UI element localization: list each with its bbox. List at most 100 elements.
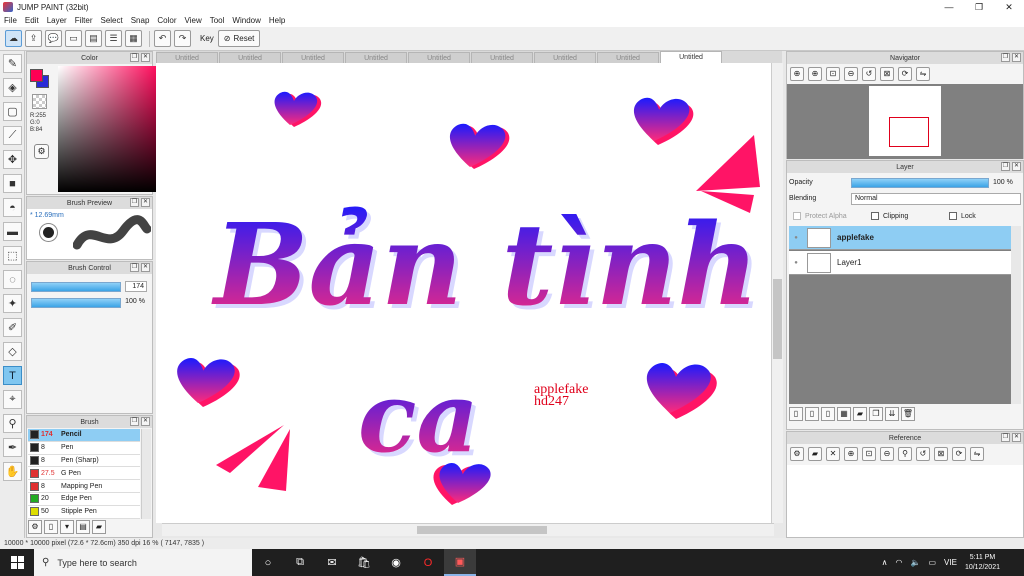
page-icon[interactable]: ▤ — [85, 30, 102, 47]
duplicate-layer-icon[interactable]: ❐ — [869, 407, 883, 421]
brush-settings-icon[interactable]: ⚙ — [28, 520, 42, 534]
new-layer-icon[interactable]: ▯ — [789, 407, 803, 421]
undo-icon[interactable]: ↶ — [154, 30, 171, 47]
panel-close-icon[interactable]: ✕ — [1012, 433, 1021, 442]
rotate-left-icon[interactable]: ↺ — [862, 67, 876, 81]
comment-icon[interactable]: ▭ — [65, 30, 82, 47]
new-folder-icon[interactable]: ▰ — [853, 407, 867, 421]
redo-icon[interactable]: ↷ — [174, 30, 191, 47]
rotate-reset-icon[interactable]: ⟳ — [952, 447, 966, 461]
battery-icon[interactable]: ▭ — [928, 558, 936, 567]
brush-item-mapping-pen[interactable]: 8 Mapping Pen — [28, 480, 140, 493]
brush-size-value[interactable]: 174 — [125, 281, 147, 292]
tab-untitled[interactable]: Untitled — [219, 52, 281, 63]
export-icon[interactable]: ⇪ — [25, 30, 42, 47]
fill-tool-icon[interactable]: ◓ — [3, 198, 22, 217]
maximize-icon[interactable]: ❐ — [964, 0, 994, 14]
panel-close-icon[interactable]: ✕ — [141, 263, 150, 272]
zoom-in-icon[interactable]: ⊕ — [790, 67, 804, 81]
rotate-reset-icon[interactable]: ⟳ — [898, 67, 912, 81]
brush-item-pencil[interactable]: 174 Pencil — [28, 429, 140, 442]
panel-close-icon[interactable]: ✕ — [1012, 53, 1021, 62]
mail-icon[interactable]: ✉ — [316, 549, 348, 576]
panel-float-icon[interactable]: ❐ — [1001, 162, 1010, 171]
gradient-tool-icon[interactable]: ▬ — [3, 222, 22, 241]
brush-opacity-slider[interactable] — [31, 298, 121, 308]
select-pen-icon[interactable]: ✐ — [3, 318, 22, 337]
brush-size-slider[interactable] — [31, 282, 121, 292]
store-icon[interactable]: 🛍 — [348, 549, 380, 576]
rotate-left-icon[interactable]: ↺ — [916, 447, 930, 461]
panel-float-icon[interactable]: ❐ — [130, 198, 139, 207]
panel-close-icon[interactable]: ✕ — [141, 53, 150, 62]
new-layer-1bit-icon[interactable]: ▯ — [821, 407, 835, 421]
layers-scrollbar[interactable] — [1011, 226, 1021, 404]
layer-row-applefake[interactable]: ● applefake — [789, 226, 1011, 250]
menu-snap[interactable]: Snap — [131, 16, 150, 25]
new-brush-icon[interactable]: ▯ — [44, 520, 58, 534]
lock-checkbox[interactable]: Lock — [949, 212, 976, 220]
reference-view[interactable] — [787, 465, 1023, 537]
scroll-thumb[interactable] — [773, 279, 782, 359]
layer-visibility-icon[interactable]: ● — [789, 235, 803, 241]
merge-layer-icon[interactable]: ⇊ — [885, 407, 899, 421]
scroll-thumb[interactable] — [417, 526, 547, 534]
canvas-horizontal-scrollbar[interactable] — [162, 523, 774, 536]
panel-float-icon[interactable]: ❐ — [130, 263, 139, 272]
brush-item-pen[interactable]: 8 Pen — [28, 442, 140, 455]
close-icon[interactable]: ✕ — [994, 0, 1024, 14]
minimize-icon[interactable]: — — [934, 0, 964, 14]
brush-item-stipple-pen[interactable]: 50 Stipple Pen — [28, 506, 140, 519]
navigator-viewport-box[interactable] — [889, 117, 929, 147]
panel-float-icon[interactable]: ❐ — [130, 53, 139, 62]
open-folder-icon[interactable]: ▰ — [808, 447, 822, 461]
canvas-vertical-scrollbar[interactable] — [771, 63, 783, 523]
color-picker-icon[interactable]: ⚙ — [34, 144, 49, 159]
wifi-icon[interactable]: ◠ — [896, 558, 903, 567]
brush-folder-icon[interactable]: ▰ — [92, 520, 106, 534]
delete-layer-icon[interactable]: 🗑 — [901, 407, 915, 421]
pen-tool-icon[interactable]: ✒ — [3, 438, 22, 457]
zoom-in-icon[interactable]: ⊕ — [808, 67, 822, 81]
menu-select[interactable]: Select — [100, 16, 122, 25]
eyedropper-icon[interactable]: ⚲ — [3, 414, 22, 433]
list-icon[interactable]: ☰ — [105, 30, 122, 47]
lasso-icon[interactable]: ◌ — [3, 270, 22, 289]
brush-tool-icon[interactable]: ✎ — [3, 54, 22, 73]
brush-menu-icon[interactable]: ▾ — [60, 520, 74, 534]
fit-window-icon[interactable]: ⊠ — [934, 447, 948, 461]
opera-icon[interactable]: O — [412, 549, 444, 576]
fit-icon[interactable]: ⊡ — [826, 67, 840, 81]
menu-layer[interactable]: Layer — [47, 16, 67, 25]
tab-untitled[interactable]: Untitled — [408, 52, 470, 63]
foreground-color-swatch[interactable] — [30, 69, 43, 82]
panel-close-icon[interactable]: ✕ — [141, 417, 150, 426]
panel-close-icon[interactable]: ✕ — [141, 198, 150, 207]
taskbar-search[interactable]: ⚲ Type here to search — [34, 549, 252, 576]
browser-icon[interactable]: ◉ — [380, 549, 412, 576]
brush-list-scrollbar[interactable] — [141, 429, 151, 519]
task-view-icon[interactable]: ⧉ — [284, 549, 316, 576]
line-tool-icon[interactable]: ⟋ — [3, 126, 22, 145]
zoom-out-icon[interactable]: ⊖ — [880, 447, 894, 461]
saturation-value-picker[interactable] — [58, 66, 162, 192]
brush-item-pen-sharp[interactable]: 8 Pen (Sharp) — [28, 455, 140, 468]
tab-untitled[interactable]: Untitled — [471, 52, 533, 63]
eyedropper-icon[interactable]: ⚲ — [898, 447, 912, 461]
layer-visibility-icon[interactable]: ● — [789, 260, 803, 266]
menu-edit[interactable]: Edit — [25, 16, 39, 25]
panel-float-icon[interactable]: ❐ — [1001, 53, 1010, 62]
menu-view[interactable]: View — [185, 16, 202, 25]
cloud-icon[interactable]: ☁ — [5, 30, 22, 47]
layer-row-layer1[interactable]: ● Layer1 — [789, 251, 1011, 275]
operation-tool-icon[interactable]: ⌖ — [3, 390, 22, 409]
menu-color[interactable]: Color — [157, 16, 176, 25]
clipping-checkbox[interactable]: Clipping — [871, 212, 908, 220]
cortana-icon[interactable]: ○ — [252, 549, 284, 576]
reset-button[interactable]: ⊘ Reset — [217, 30, 261, 47]
menu-tool[interactable]: Tool — [210, 16, 225, 25]
blending-select[interactable]: Normal — [851, 193, 1021, 205]
new-layer-8bit-icon[interactable]: ▯ — [805, 407, 819, 421]
tray-arrow-icon[interactable]: ∧ — [882, 558, 888, 567]
hand-tool-icon[interactable]: ✋ — [3, 462, 22, 481]
